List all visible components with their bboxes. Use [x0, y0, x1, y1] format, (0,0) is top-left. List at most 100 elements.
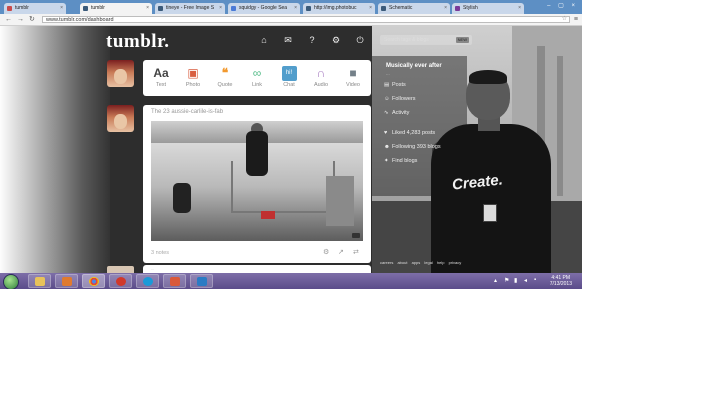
post-type-label: Chat [283, 82, 295, 88]
search-new-badge: NEW [455, 37, 469, 43]
app-taskbar-button[interactable] [109, 274, 132, 288]
posts-icon: ▤ [384, 82, 390, 88]
close-tab-icon[interactable]: × [219, 3, 222, 14]
window-controls[interactable]: – ▢ × [547, 2, 578, 9]
post-notes-count[interactable]: 3 notes [151, 250, 169, 256]
post-type-label: Audio [313, 82, 329, 88]
sidebar-item-label: Activity [392, 110, 410, 116]
app-icon [197, 277, 207, 286]
tab-label: Stylish [463, 5, 478, 11]
close-tab-icon[interactable]: × [294, 3, 297, 14]
start-button[interactable] [3, 274, 19, 289]
chrome-icon [89, 277, 99, 286]
reblog-icon[interactable]: ⇄ [353, 248, 359, 256]
browser-tab[interactable]: squidgy - Google Sea × [228, 3, 300, 14]
post-link-button[interactable]: ∞ Link [242, 66, 272, 88]
heart-icon: ♥ [384, 130, 388, 136]
sidebar-item-posts[interactable]: ▤ Posts [384, 81, 406, 89]
chrome-taskbar-button[interactable] [82, 274, 105, 288]
skype-icon [143, 277, 153, 286]
post-header[interactable]: The 23 aussie-carlile-is-fab [151, 109, 223, 115]
help-icon[interactable]: ? [306, 35, 318, 45]
sidebar-item-activity[interactable]: ∿ Activity [384, 109, 409, 117]
post-audio-button[interactable]: ∩ Audio [306, 66, 336, 88]
settings-gear-icon[interactable]: ⚙ [330, 35, 342, 46]
sidebar-item-find-blogs[interactable]: ✦ Find blogs [384, 157, 417, 165]
badge [483, 204, 497, 222]
browser-tab[interactable]: Stylish × [452, 3, 524, 14]
messages-icon[interactable]: ✉ [282, 35, 294, 46]
tab-label: tumblr [15, 5, 29, 11]
sidebar-item-following[interactable]: ☻ Following 393 blogs [384, 143, 441, 151]
sidebar-item-label: Liked 4,283 posts [392, 130, 436, 136]
browser-tab[interactable]: Schematic × [378, 3, 450, 14]
tumblr-logo[interactable]: tumblr. [106, 31, 170, 53]
explorer-taskbar-button[interactable] [28, 274, 51, 288]
post-photo-button[interactable]: ▣ Photo [178, 66, 208, 88]
dashboard-post: The 23 aussie-carlile-is-fab 3 notes ⚙ ↗… [143, 105, 371, 263]
close-tab-icon[interactable]: × [369, 3, 372, 14]
clock-date[interactable]: 7/13/2013 [550, 281, 572, 287]
close-tab-icon[interactable]: × [518, 3, 521, 14]
tray-network-icon[interactable]: ▮ [514, 277, 517, 284]
footer-links[interactable]: careers about apps legal help privacy [380, 260, 461, 265]
next-post-header: ... [151, 266, 155, 271]
camera-icon: ▣ [187, 66, 199, 80]
browser-tab[interactable]: tumblr × [4, 3, 66, 14]
video-camera-icon: ■ [349, 66, 357, 80]
page-favicon-icon [381, 6, 386, 11]
sidebar-item-likes[interactable]: ♥ Liked 4,283 posts [384, 129, 435, 137]
back-arrow-icon[interactable]: ← [5, 14, 12, 25]
close-tab-icon[interactable]: × [60, 3, 63, 14]
search-input[interactable]: Search tags & blogs NEW [380, 35, 472, 45]
app-icon [170, 277, 180, 286]
browser-menu-icon[interactable]: ≡ [574, 14, 578, 25]
post-quote-button[interactable]: ❝ Quote [210, 66, 240, 88]
media-player-taskbar-button[interactable] [55, 274, 78, 288]
share-icon[interactable]: ↗ [338, 248, 344, 256]
close-tab-icon[interactable]: × [444, 3, 447, 14]
compass-icon: ✦ [384, 158, 389, 164]
app-taskbar-button[interactable] [190, 274, 213, 288]
app-taskbar-button[interactable] [163, 274, 186, 288]
post-text-button[interactable]: Aa Text [146, 66, 176, 88]
sidebar-item-label: Followers [392, 96, 416, 102]
close-tab-icon[interactable]: × [146, 3, 149, 14]
sidebar-item-followers[interactable]: ☺ Followers [384, 95, 416, 103]
settings-gear-icon[interactable]: ⚙ [323, 248, 329, 256]
post-photo[interactable] [151, 121, 363, 241]
browser-tab-strip: tumblr × tumblr × tineye - Free Image S … [0, 0, 582, 14]
avatar[interactable] [107, 266, 134, 273]
stylish-favicon-icon [455, 6, 460, 11]
post-type-label: Photo [185, 82, 201, 88]
browser-toolbar: ← → ↻ www.tumblr.com/dashboard ☆ ≡ [0, 14, 582, 26]
address-bar-url: www.tumblr.com/dashboard [46, 17, 114, 23]
browser-tab[interactable]: tineye - Free Image S × [155, 3, 225, 14]
forward-arrow-icon[interactable]: → [17, 14, 24, 25]
background-photo-figure [469, 70, 507, 84]
home-icon[interactable]: ⌂ [258, 35, 270, 45]
text-post-icon: Aa [153, 66, 169, 80]
address-bar[interactable]: www.tumblr.com/dashboard ☆ [42, 16, 570, 23]
sidebar-blog-name[interactable]: Musically ever after [386, 63, 442, 69]
post-video-button[interactable]: ■ Video [338, 66, 368, 88]
folder-icon [35, 277, 45, 286]
tray-expand-icon[interactable]: ▴ [494, 277, 497, 284]
tray-volume-icon[interactable]: ◂ [524, 277, 527, 284]
tray-flag-icon[interactable]: ⚑ [504, 277, 509, 284]
bookmark-star-icon[interactable]: ☆ [562, 16, 567, 23]
following-icon: ☻ [384, 144, 390, 150]
reload-icon[interactable]: ↻ [29, 14, 35, 25]
post-chat-button[interactable]: hi! Chat [274, 66, 304, 88]
avatar[interactable] [107, 60, 134, 87]
browser-tab[interactable]: http://img.photobuc × [303, 3, 375, 14]
tineye-favicon-icon [158, 6, 163, 11]
logout-power-icon[interactable]: ⏻ [354, 35, 366, 46]
tray-power-icon[interactable]: ▪ [534, 277, 536, 283]
activity-icon: ∿ [384, 110, 389, 116]
background-photo-figure [431, 124, 551, 273]
browser-tab-active[interactable]: tumblr × [80, 3, 152, 14]
avatar[interactable] [107, 105, 134, 132]
skype-taskbar-button[interactable] [136, 274, 159, 288]
tab-label: squidgy - Google Sea [239, 5, 288, 11]
